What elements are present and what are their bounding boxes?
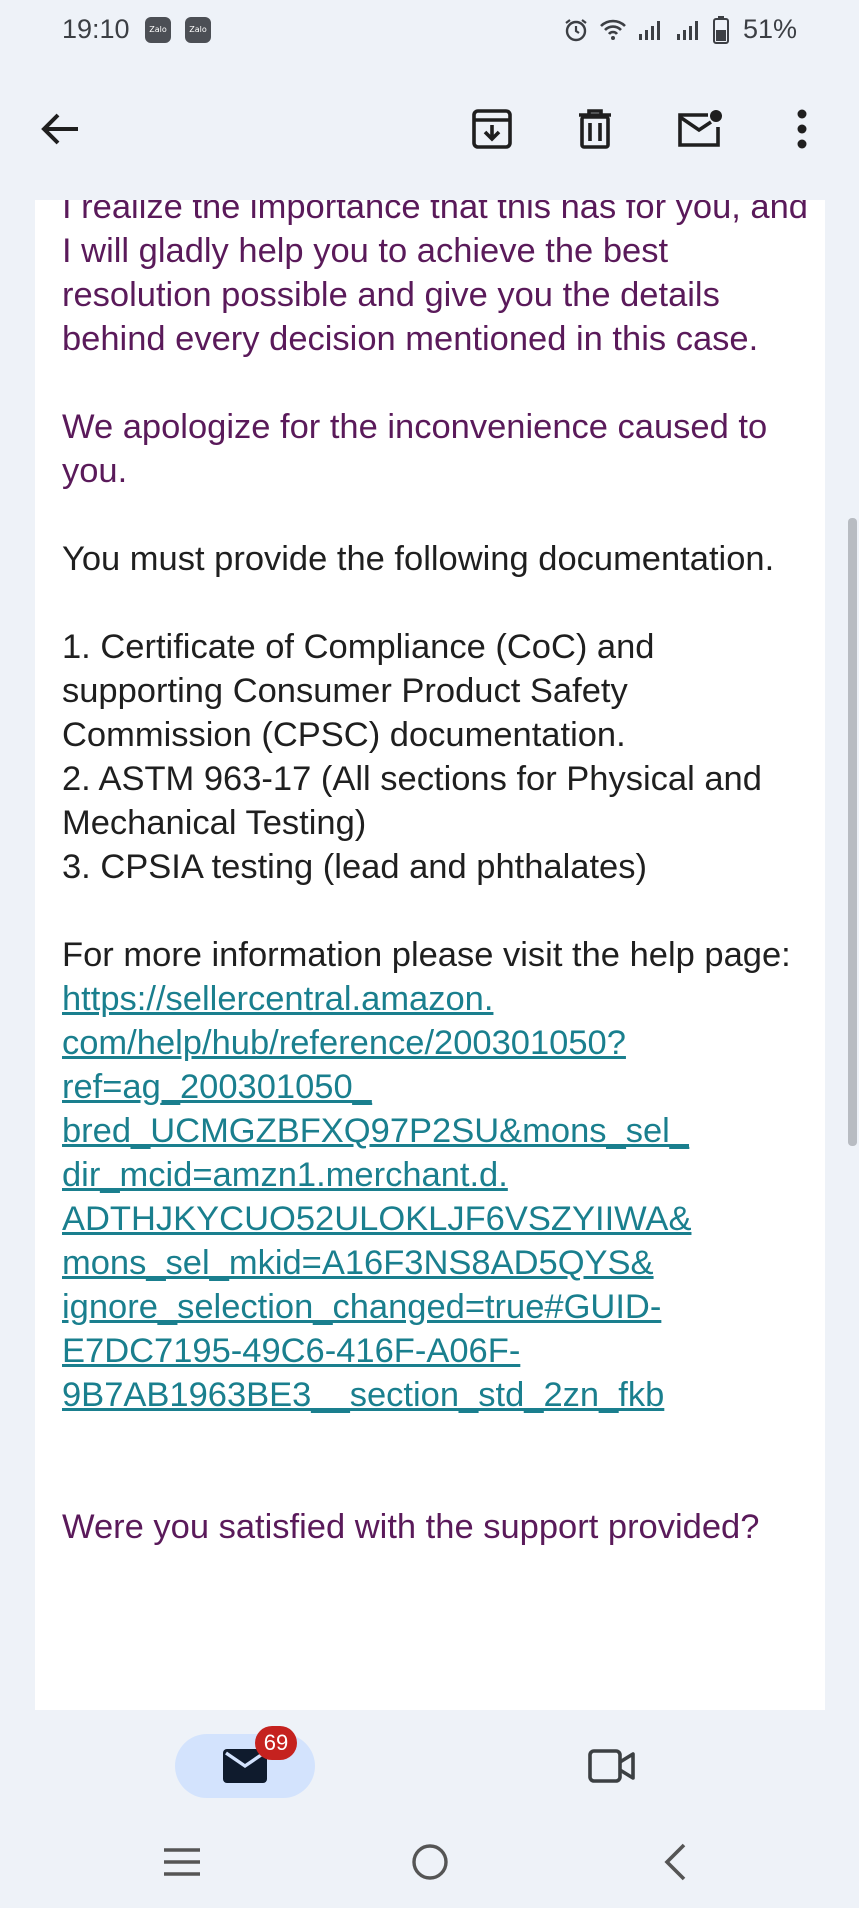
- link-line: com/help/hub/reference/200301050?: [62, 1024, 626, 1062]
- delete-button[interactable]: [565, 99, 625, 159]
- help-page-link[interactable]: https://sellercentral.amazon. com/help/h…: [62, 980, 691, 1414]
- battery-icon: [712, 15, 729, 44]
- more-vert-icon: [797, 109, 807, 149]
- link-line: ref=ag_200301050_: [62, 1068, 372, 1106]
- unread-count-badge: 69: [255, 1726, 297, 1760]
- link-line: ADTHJKYCUO52ULOKLJF6VSZYIIWA&: [62, 1200, 692, 1238]
- battery-percent: 51%: [742, 14, 797, 44]
- link-line: E7DC7195-49C6-416F-A06F-: [62, 1332, 521, 1370]
- zalo-notification-icon: Zalo: [145, 17, 171, 43]
- mail-tab[interactable]: 69: [175, 1726, 315, 1798]
- archive-icon: [472, 109, 512, 149]
- back-arrow-icon: [41, 113, 78, 145]
- zalo-notification-icon: Zalo: [185, 17, 211, 43]
- link-line: ignore_selection_changed=true#GUID-: [62, 1288, 662, 1326]
- paragraph-documentation-request: You must provide the following documenta…: [62, 540, 775, 578]
- archive-button[interactable]: [462, 99, 522, 159]
- link-line: bred_UCMGZBFXQ97P2SU&mons_sel_: [62, 1112, 689, 1150]
- list-item: 3. CPSIA testing (lead and phthalates): [62, 848, 647, 886]
- status-icons: 51%: [563, 14, 797, 45]
- help-paragraph: For more information please visit the he…: [62, 933, 822, 1417]
- back-button[interactable]: [30, 99, 90, 159]
- email-toolbar: [0, 64, 859, 200]
- meet-tab[interactable]: [580, 1734, 644, 1798]
- recent-apps-button[interactable]: [147, 1832, 217, 1892]
- home-button[interactable]: [395, 1832, 465, 1892]
- video-icon: [588, 1749, 635, 1783]
- wifi-icon: [600, 19, 626, 40]
- email-body: I realize the importance that this has f…: [35, 200, 825, 1710]
- list-item: 1. Certificate of Compliance (CoC) and s…: [62, 628, 655, 754]
- link-line: dir_mcid=amzn1.merchant.d.: [62, 1156, 508, 1194]
- signal-icon: [676, 20, 698, 40]
- status-bar: 19:10 Zalo Zalo 51%: [0, 0, 859, 64]
- status-time: 19:10: [62, 14, 130, 44]
- system-back-button[interactable]: [640, 1832, 710, 1892]
- bottom-navigation: 69: [0, 1710, 859, 1908]
- mark-unread-icon: [678, 110, 722, 147]
- alarm-icon: [565, 18, 587, 41]
- delete-icon: [579, 109, 611, 149]
- mark-unread-button[interactable]: [670, 99, 730, 159]
- paragraph-apology-intro: I realize the importance that this has f…: [62, 200, 808, 358]
- link-line: mons_sel_mkid=A16F3NS8AD5QYS&: [62, 1244, 654, 1282]
- documentation-list: 1. Certificate of Compliance (CoC) and s…: [62, 625, 822, 889]
- link-line: 9B7AB1963BE3__section_std_2zn_fkb: [62, 1376, 665, 1414]
- message-text: I realize the importance that this has f…: [62, 200, 822, 1593]
- recent-apps-icon: [164, 1848, 200, 1876]
- signal-icon: [638, 20, 660, 40]
- scrollbar[interactable]: [848, 518, 857, 1146]
- home-icon: [412, 1844, 448, 1880]
- satisfaction-question: Were you satisfied with the support prov…: [62, 1508, 760, 1546]
- link-line: https://sellercentral.amazon.: [62, 980, 494, 1018]
- help-text: For more information please visit the he…: [62, 936, 791, 974]
- back-chevron-icon: [664, 1843, 686, 1881]
- more-options-button[interactable]: [772, 99, 832, 159]
- list-item: 2. ASTM 963-17 (All sections for Physica…: [62, 760, 762, 842]
- paragraph-apology: We apologize for the inconvenience cause…: [62, 408, 768, 490]
